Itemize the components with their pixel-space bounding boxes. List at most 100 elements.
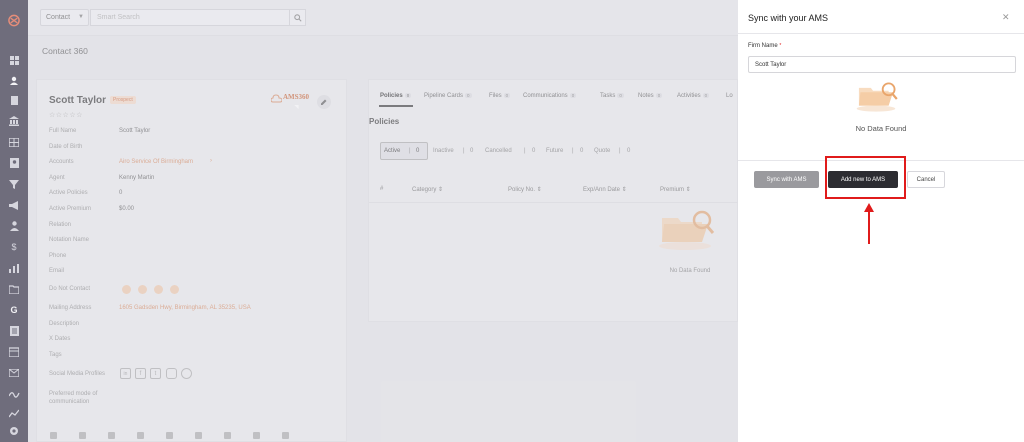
field-label: Notation Name [49, 237, 90, 243]
g-icon[interactable]: G [8, 304, 20, 316]
dollar-icon[interactable]: $ [8, 241, 20, 253]
filter-count: 0 [416, 148, 420, 154]
dnc-email-toggle[interactable] [122, 285, 131, 294]
chevron-down-icon: ▼ [78, 14, 84, 20]
account-link[interactable]: Airo Service Of Birmingham [119, 159, 193, 165]
settings-icon[interactable] [8, 425, 20, 437]
field-label: Agent [49, 175, 65, 181]
rating-stars[interactable]: ☆☆☆☆☆ [49, 111, 83, 119]
arrow-shaft [868, 210, 870, 244]
sort-icon: ⇕ [536, 187, 542, 193]
list-icon[interactable] [8, 325, 20, 337]
tab-tasks[interactable]: Tasks 0 [600, 93, 624, 99]
field-label: X Dates [49, 336, 71, 342]
tab-activities[interactable]: Activities 0 [677, 93, 710, 99]
panel-title: Sync with your AMS [748, 13, 829, 23]
sort-icon: ⇕ [685, 187, 691, 193]
dashboard-icon[interactable] [8, 54, 20, 66]
status-badge: Prospect [110, 96, 136, 104]
field-value: $0.00 [119, 206, 135, 212]
analytics-icon[interactable] [8, 262, 20, 274]
field-label: Active Premium [49, 206, 92, 212]
active-tab-indicator [379, 105, 413, 107]
user-tie-icon[interactable] [8, 220, 20, 232]
twitter-icon[interactable]: t [150, 368, 161, 379]
field-label: Active Policies [49, 190, 88, 196]
tab-logs[interactable]: Lo [726, 93, 733, 99]
filter-count: 0 [470, 148, 474, 154]
search-input[interactable]: Smart Search [90, 9, 290, 26]
policies-card [368, 79, 738, 322]
sync-with-ams-button[interactable]: Sync with AMS [754, 171, 819, 188]
dnc-phone-toggle[interactable] [154, 285, 163, 294]
field-label: Relation [49, 222, 72, 228]
field-value: Scott Taylor [119, 128, 151, 134]
tab-notes[interactable]: Notes 0 [638, 93, 663, 99]
tab-communications[interactable]: Communications 0 [523, 93, 577, 99]
globe-icon[interactable] [181, 368, 192, 379]
close-icon[interactable]: ✕ [1002, 12, 1010, 23]
signature-icon[interactable] [8, 388, 20, 400]
column-header-exp-date[interactable]: Exp/Ann Date ⇕ [583, 186, 627, 193]
field-label: Phone [49, 253, 67, 259]
search-icon [293, 13, 302, 22]
ams-logo[interactable]: AMS360 [268, 92, 316, 114]
filter-icon[interactable] [8, 178, 20, 190]
highlight-box [825, 156, 906, 199]
pencil-icon [321, 99, 327, 105]
filter-separator: | [619, 148, 621, 154]
mail-icon[interactable] [8, 367, 20, 379]
megaphone-icon[interactable] [8, 199, 20, 211]
documents-icon[interactable] [8, 95, 20, 107]
filter-quote[interactable]: Quote [594, 148, 610, 154]
column-header-policy-no[interactable]: Policy No. ⇕ [508, 186, 542, 193]
bank-icon[interactable] [8, 115, 20, 127]
column-header-premium[interactable]: Premium ⇕ [660, 186, 691, 193]
tab-files[interactable]: Files 0 [489, 93, 511, 99]
dnc-sms-toggle[interactable] [138, 285, 147, 294]
contact-name: Scott Taylor [49, 95, 107, 106]
cancel-button[interactable]: Cancel [907, 171, 945, 188]
empty-state-text: No Data Found [855, 124, 907, 133]
sort-icon: ⇕ [438, 187, 444, 193]
tab-pipeline-cards[interactable]: Pipeline Cards 0 [424, 93, 472, 99]
filter-cancelled[interactable]: Cancelled [485, 148, 512, 154]
field-label: Do Not Contact [49, 286, 91, 292]
filter-label: Active [384, 148, 401, 154]
field-label: Description [49, 321, 80, 327]
calendar-icon[interactable] [8, 346, 20, 358]
folder-icon[interactable] [8, 283, 20, 295]
field-value: Kenny Martin [119, 175, 155, 181]
tab-policies[interactable]: Policies 0 [380, 93, 412, 99]
logo-icon[interactable] [8, 14, 20, 26]
contact-card-icon[interactable] [8, 157, 20, 169]
filter-separator: | [409, 148, 411, 154]
filter-inactive[interactable]: Inactive [433, 148, 454, 154]
linkedin-icon[interactable]: in [120, 368, 131, 379]
field-label: Email [49, 268, 65, 274]
filter-count: 0 [580, 148, 584, 154]
column-header: # [380, 186, 384, 192]
chart-icon[interactable] [8, 407, 20, 419]
panel-header-divider [738, 33, 1024, 34]
firm-name-input[interactable]: Scott Taylor [748, 56, 1016, 73]
instagram-icon[interactable] [166, 368, 177, 379]
page-title: Contact 360 [42, 46, 88, 56]
address-link[interactable]: 1605 Gadsden Hwy, Birmingham, AL 35235, … [119, 305, 251, 311]
contacts-icon[interactable] [8, 74, 20, 86]
search-type-select[interactable]: Contact ▼ [40, 9, 89, 26]
search-button[interactable] [289, 9, 306, 26]
edit-button[interactable] [317, 95, 331, 109]
facebook-icon[interactable]: f [135, 368, 146, 379]
filter-count: 0 [532, 148, 536, 154]
field-label: Mailing Address [49, 305, 92, 311]
sidebar: $ G [0, 0, 28, 442]
dnc-all-toggle[interactable] [170, 285, 179, 294]
table-icon[interactable] [8, 136, 20, 148]
cloud-sync-icon [271, 94, 282, 103]
filter-future[interactable]: Future [546, 148, 563, 154]
no-data-illustration [650, 206, 720, 254]
field-label: Tags [49, 352, 62, 358]
firm-name-label: Firm Name * [748, 43, 782, 49]
column-header-category[interactable]: Category ⇕ [412, 186, 443, 193]
